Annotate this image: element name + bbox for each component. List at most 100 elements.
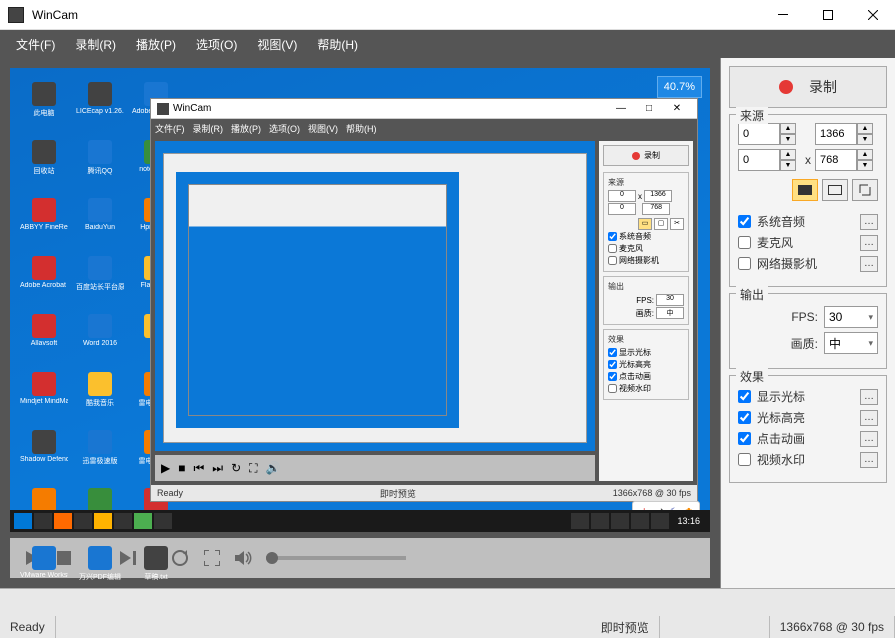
nested-record-button[interactable]: 录制 <box>603 145 689 166</box>
nested-mic-check[interactable] <box>608 244 617 253</box>
cursor-config-button[interactable]: … <box>860 389 878 405</box>
nested-menu-file[interactable]: 文件(F) <box>155 122 185 135</box>
click-config-button[interactable]: … <box>860 431 878 447</box>
tray-item[interactable] <box>651 513 669 529</box>
tray-item[interactable] <box>571 513 589 529</box>
tray-item[interactable] <box>631 513 649 529</box>
nested-click-check[interactable] <box>608 372 617 381</box>
nested-cursor-check[interactable] <box>608 348 617 357</box>
taskbar-item[interactable] <box>94 513 112 529</box>
desktop-icon[interactable]: 迅雷极速版 <box>80 430 120 470</box>
webcam-checkbox[interactable] <box>738 257 751 270</box>
mic-checkbox[interactable] <box>738 236 751 249</box>
quality-combo[interactable]: 中 <box>824 332 878 354</box>
nested-menu-record[interactable]: 录制(R) <box>193 122 224 135</box>
desktop-icon[interactable]: BaiduYun <box>80 198 120 238</box>
desktop-icon[interactable]: Adobe Acrobat DC <box>24 256 64 296</box>
nested-stop-icon[interactable]: ■ <box>178 461 185 475</box>
nested-menu-play[interactable]: 播放(P) <box>231 122 261 135</box>
mode-window-button[interactable] <box>822 179 848 201</box>
spin-down-icon[interactable]: ▼ <box>780 134 796 145</box>
nested-fps[interactable]: 30 <box>656 294 684 306</box>
menu-view[interactable]: 视图(V) <box>247 32 307 57</box>
spin-up-icon[interactable]: ▲ <box>857 123 873 134</box>
source-height-input[interactable]: ▲▼ <box>815 149 878 171</box>
click-checkbox[interactable] <box>738 432 751 445</box>
taskbar-item[interactable] <box>34 513 52 529</box>
nested-close-button[interactable]: ✕ <box>663 103 691 114</box>
menu-record[interactable]: 录制(R) <box>65 32 126 57</box>
spin-up-icon[interactable]: ▲ <box>857 149 873 160</box>
mode-fullscreen-button[interactable] <box>792 179 818 201</box>
start-button[interactable] <box>14 513 32 529</box>
nested-menu-options[interactable]: 选项(O) <box>269 122 300 135</box>
minimize-button[interactable] <box>760 0 805 30</box>
maximize-button[interactable] <box>805 0 850 30</box>
nested-src-w[interactable]: 1366 <box>644 190 672 202</box>
nested-loop-icon[interactable]: ↻ <box>231 461 241 475</box>
record-button[interactable]: 录制 <box>729 66 887 108</box>
close-button[interactable] <box>850 0 895 30</box>
taskbar-item[interactable] <box>114 513 132 529</box>
watermark-checkbox[interactable] <box>738 453 751 466</box>
nested-system-audio-check[interactable] <box>608 232 617 241</box>
source-x-input[interactable]: ▲▼ <box>738 123 801 145</box>
desktop-icon[interactable]: 草稿.txt <box>136 546 176 586</box>
desktop-icon[interactable]: Allavsoft <box>24 314 64 354</box>
nested-prev-frame-icon[interactable]: ⏮ <box>193 461 204 476</box>
highlight-checkbox[interactable] <box>738 411 751 424</box>
desktop-icon[interactable]: Word 2016 <box>80 314 120 354</box>
taskbar-item[interactable] <box>134 513 152 529</box>
desktop-icon[interactable]: Shadow Defender <box>24 430 64 470</box>
taskbar-item[interactable] <box>54 513 72 529</box>
nested-next-frame-icon[interactable]: ⏭ <box>212 461 223 476</box>
nested-src-y[interactable]: 0 <box>608 203 636 215</box>
source-width-input[interactable]: ▲▼ <box>815 123 878 145</box>
desktop-icon[interactable]: LICEcap v1.26.exe <box>80 82 120 122</box>
taskbar-item[interactable] <box>154 513 172 529</box>
tray-item[interactable] <box>611 513 629 529</box>
nested-webcam-check[interactable] <box>608 256 617 265</box>
menu-play[interactable]: 播放(P) <box>126 32 186 57</box>
taskbar-clock[interactable]: 13:16 <box>671 516 706 526</box>
spin-down-icon[interactable]: ▼ <box>857 160 873 171</box>
spin-down-icon[interactable]: ▼ <box>780 160 796 171</box>
menu-file[interactable]: 文件(F) <box>6 32 65 57</box>
tray-item[interactable] <box>591 513 609 529</box>
nested-highlight-check[interactable] <box>608 360 617 369</box>
cursor-checkbox[interactable] <box>738 390 751 403</box>
taskbar-item[interactable] <box>74 513 92 529</box>
nested-minimize-button[interactable]: — <box>607 103 635 114</box>
desktop-icon[interactable]: 酷我音乐 <box>80 372 120 412</box>
desktop-icon[interactable]: 百度站长平台原创提交 <box>80 256 120 296</box>
nested-watermark-check[interactable] <box>608 384 617 393</box>
fullscreen-button[interactable] <box>202 548 222 568</box>
nested-mode-fullscreen[interactable]: ▭ <box>638 218 652 230</box>
nested-quality[interactable]: 中 <box>656 307 684 319</box>
volume-button[interactable] <box>234 548 254 568</box>
desktop-icon[interactable]: 万兴PDF编辑 <box>80 546 120 586</box>
menu-options[interactable]: 选项(O) <box>186 32 247 57</box>
desktop-icon[interactable]: 此电脑 <box>24 82 64 122</box>
desktop-icon[interactable]: ABBYY FineReader <box>24 198 64 238</box>
nested-src-h[interactable]: 768 <box>642 203 670 215</box>
nested-fullscreen-icon[interactable]: ⛶ <box>249 461 257 476</box>
mode-region-button[interactable] <box>852 179 878 201</box>
system-audio-checkbox[interactable] <box>738 215 751 228</box>
watermark-config-button[interactable]: … <box>860 452 878 468</box>
nested-volume-icon[interactable]: 🔊 <box>266 461 281 475</box>
nested-play-icon[interactable]: ▶ <box>161 461 170 475</box>
spin-up-icon[interactable]: ▲ <box>780 149 796 160</box>
spin-up-icon[interactable]: ▲ <box>780 123 796 134</box>
menu-help[interactable]: 帮助(H) <box>307 32 368 57</box>
preview-area[interactable]: 40.7% 此电脑LICEcap v1.26.exeAdobe Photosh.… <box>10 68 710 532</box>
source-y-input[interactable]: ▲▼ <box>738 149 801 171</box>
nested-menu-view[interactable]: 视图(V) <box>308 122 338 135</box>
desktop-icon[interactable]: VMware Workstati... <box>24 546 64 586</box>
desktop-icon[interactable]: 腾讯QQ <box>80 140 120 180</box>
highlight-config-button[interactable]: … <box>860 410 878 426</box>
nested-src-x[interactable]: 0 <box>608 190 636 202</box>
desktop-icon[interactable]: 回收站 <box>24 140 64 180</box>
volume-slider[interactable] <box>266 556 406 560</box>
nested-mode-region[interactable]: ✂ <box>670 218 684 230</box>
